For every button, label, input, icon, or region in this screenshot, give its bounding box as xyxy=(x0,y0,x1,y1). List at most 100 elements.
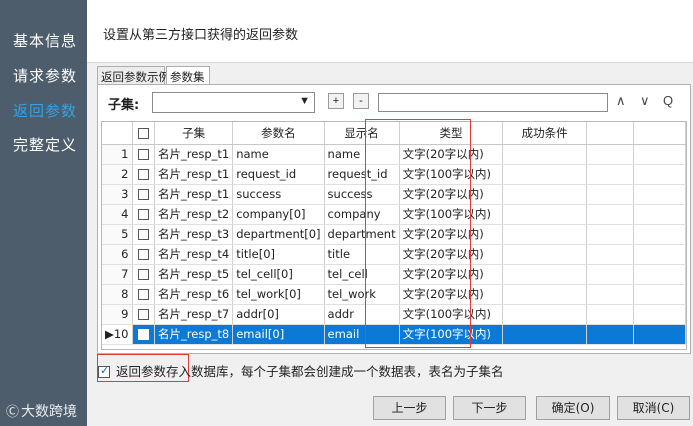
cell-display-name[interactable]: company xyxy=(324,204,400,225)
cell-subset[interactable]: 名片_resp_t8 xyxy=(154,324,234,345)
row-checkbox[interactable] xyxy=(132,164,156,185)
table-row[interactable]: 1 名片_resp_t1 name name 文字(20字以内) xyxy=(102,144,686,165)
cell-success-condition[interactable] xyxy=(502,224,587,245)
cell-subset[interactable]: 名片_resp_t1 xyxy=(154,164,234,185)
cell-type[interactable]: 文字(100字以内) xyxy=(399,304,504,325)
cell-param-name[interactable]: success xyxy=(232,184,325,205)
add-subset-button[interactable]: + xyxy=(328,93,344,109)
row-checkbox-box[interactable] xyxy=(138,289,150,300)
row-checkbox[interactable] xyxy=(132,224,156,245)
cell-empty[interactable] xyxy=(633,164,686,185)
sidebar-item-full-definition[interactable]: 完整定义 xyxy=(13,134,77,155)
cell-type[interactable]: 文字(20字以内) xyxy=(399,284,504,305)
cell-type[interactable]: 文字(20字以内) xyxy=(399,224,504,245)
cell-success-condition[interactable] xyxy=(502,184,587,205)
cell-empty[interactable] xyxy=(633,204,686,225)
prev-button[interactable]: 上一步 xyxy=(373,396,446,420)
search-next-icon[interactable]: ∨ xyxy=(640,93,650,109)
row-checkbox-box[interactable] xyxy=(138,209,150,220)
row-checkbox[interactable] xyxy=(132,324,156,345)
cell-param-name[interactable]: email[0] xyxy=(232,324,325,345)
cell-param-name[interactable]: department[0] xyxy=(232,224,325,245)
cell-empty[interactable] xyxy=(586,284,634,305)
column-header-param-name[interactable]: 参数名 xyxy=(232,122,325,145)
subset-dropdown[interactable]: ▼ xyxy=(152,92,315,113)
table-row[interactable]: ▶10 名片_resp_t8 email[0] email 文字(100字以内) xyxy=(102,324,686,345)
cell-display-name[interactable]: request_id xyxy=(324,164,400,185)
cell-success-condition[interactable] xyxy=(502,264,587,285)
cell-success-condition[interactable] xyxy=(502,324,587,345)
cell-empty[interactable] xyxy=(586,224,634,245)
cell-display-name[interactable]: tel_work xyxy=(324,284,400,305)
cancel-button[interactable]: 取消(C) xyxy=(617,396,690,420)
row-checkbox-box[interactable] xyxy=(138,149,150,160)
cell-empty[interactable] xyxy=(586,144,634,165)
row-checkbox[interactable] xyxy=(132,304,156,325)
table-row[interactable]: 3 名片_resp_t1 success success 文字(20字以内) xyxy=(102,184,686,205)
cell-empty[interactable] xyxy=(586,164,634,185)
cell-param-name[interactable]: request_id xyxy=(232,164,325,185)
cell-empty[interactable] xyxy=(586,304,634,325)
sidebar-item-request-params[interactable]: 请求参数 xyxy=(13,65,77,86)
cell-param-name[interactable]: title[0] xyxy=(232,244,325,265)
search-icon[interactable]: Q xyxy=(663,93,673,108)
column-header-success-condition[interactable]: 成功条件 xyxy=(502,122,587,145)
remove-subset-button[interactable]: - xyxy=(353,93,369,109)
cell-subset[interactable]: 名片_resp_t1 xyxy=(154,144,234,165)
cell-display-name[interactable]: department xyxy=(324,224,400,245)
row-checkbox[interactable] xyxy=(132,244,156,265)
row-checkbox[interactable] xyxy=(132,144,156,165)
cell-subset[interactable]: 名片_resp_t2 xyxy=(154,204,234,225)
row-checkbox-box[interactable] xyxy=(138,229,150,240)
cell-subset[interactable]: 名片_resp_t1 xyxy=(154,184,234,205)
row-checkbox[interactable] xyxy=(132,284,156,305)
search-previous-icon[interactable]: ∧ xyxy=(616,93,626,109)
row-checkbox-box[interactable] xyxy=(138,309,150,320)
cell-param-name[interactable]: tel_work[0] xyxy=(232,284,325,305)
cell-success-condition[interactable] xyxy=(502,304,587,325)
cell-display-name[interactable]: success xyxy=(324,184,400,205)
cell-type[interactable]: 文字(100字以内) xyxy=(399,204,504,225)
row-checkbox[interactable] xyxy=(132,264,156,285)
table-row[interactable]: 9 名片_resp_t7 addr[0] addr 文字(100字以内) xyxy=(102,304,686,325)
row-checkbox-box[interactable] xyxy=(138,189,150,200)
cell-empty[interactable] xyxy=(586,324,634,345)
sidebar-item-return-params[interactable]: 返回参数 xyxy=(13,100,77,121)
cell-subset[interactable]: 名片_resp_t7 xyxy=(154,304,234,325)
table-row[interactable]: 7 名片_resp_t5 tel_cell[0] tel_cell 文字(20字以内) xyxy=(102,264,686,285)
cell-param-name[interactable]: company[0] xyxy=(232,204,325,225)
row-checkbox[interactable] xyxy=(132,204,156,225)
table-row[interactable]: 6 名片_resp_t4 title[0] title 文字(20字以内) xyxy=(102,244,686,265)
cell-success-condition[interactable] xyxy=(502,164,587,185)
row-checkbox-box[interactable] xyxy=(138,169,150,180)
table-row[interactable]: 2 名片_resp_t1 request_id request_id 文字(100字以内… xyxy=(102,164,686,185)
cell-type[interactable]: 文字(20字以内) xyxy=(399,244,504,265)
cell-empty[interactable] xyxy=(633,284,686,305)
cell-success-condition[interactable] xyxy=(502,144,587,165)
cell-display-name[interactable]: title xyxy=(324,244,400,265)
cell-param-name[interactable]: name xyxy=(232,144,325,165)
cell-success-condition[interactable] xyxy=(502,284,587,305)
table-row[interactable]: 5 名片_resp_t3 department[0] department 文字(20字… xyxy=(102,224,686,245)
cell-success-condition[interactable] xyxy=(502,204,587,225)
cell-display-name[interactable]: tel_cell xyxy=(324,264,400,285)
cell-subset[interactable]: 名片_resp_t4 xyxy=(154,244,234,265)
cell-empty[interactable] xyxy=(586,204,634,225)
cell-empty[interactable] xyxy=(586,184,634,205)
cell-param-name[interactable]: addr[0] xyxy=(232,304,325,325)
row-checkbox-box[interactable] xyxy=(138,329,150,340)
cell-subset[interactable]: 名片_resp_t3 xyxy=(154,224,234,245)
column-header-display-name[interactable]: 显示名 xyxy=(324,122,400,145)
save-to-db-checkbox[interactable] xyxy=(98,364,110,378)
cell-subset[interactable]: 名片_resp_t6 xyxy=(154,284,234,305)
tab-param-set[interactable]: 参数集 xyxy=(166,66,210,86)
cell-type[interactable]: 文字(100字以内) xyxy=(399,164,504,185)
table-row[interactable]: 4 名片_resp_t2 company[0] company 文字(100字以内) xyxy=(102,204,686,225)
cell-empty[interactable] xyxy=(633,264,686,285)
sidebar-item-basic-info[interactable]: 基本信息 xyxy=(13,30,77,51)
cell-type[interactable]: 文字(20字以内) xyxy=(399,144,504,165)
cell-display-name[interactable]: addr xyxy=(324,304,400,325)
cell-empty[interactable] xyxy=(633,244,686,265)
cell-empty[interactable] xyxy=(633,224,686,245)
tab-return-example[interactable]: 返回参数示例 xyxy=(97,66,170,85)
